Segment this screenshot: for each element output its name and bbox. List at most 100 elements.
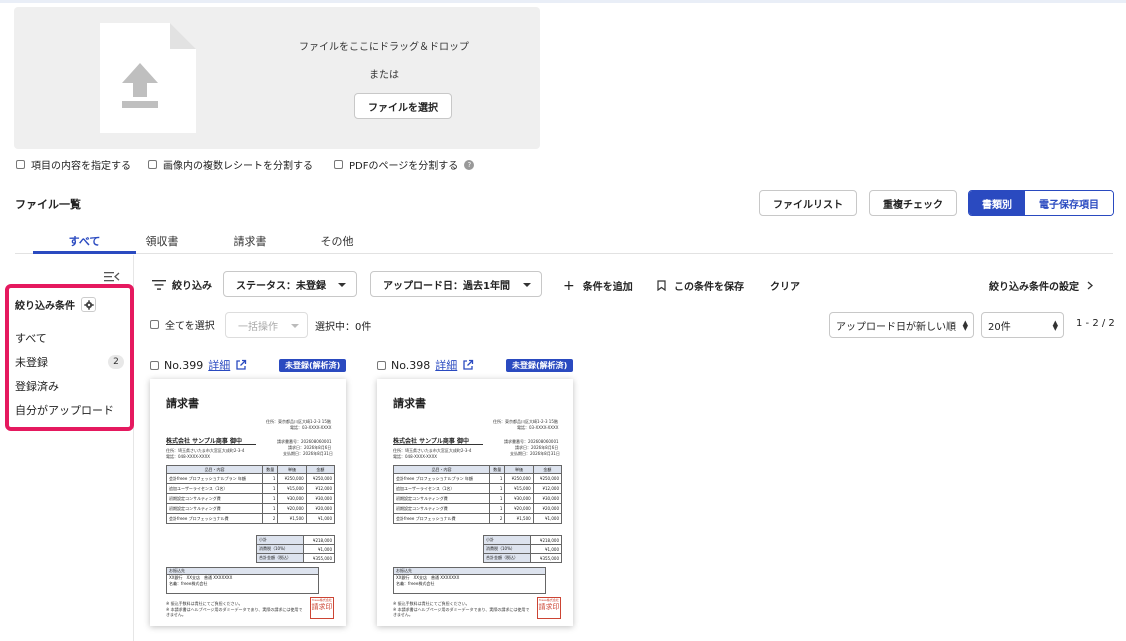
- option-label: 項目の内容を指定する: [31, 161, 131, 172]
- duplicate-check-button[interactable]: 重複チェック: [869, 190, 957, 216]
- invoice-number: 請求書番号：202608060001: [277, 439, 332, 444]
- table-row: 会計freee プロフェッショナル費 2 ¥1,500 ¥1,000: [165, 513, 336, 524]
- chevron-right-icon: [1087, 281, 1093, 290]
- invoice-table: 品目・内容 数量 単価 金額 会計freee プロフェッショナルプラン 年額 1 ¥…: [165, 465, 336, 524]
- file-list-button[interactable]: ファイルリスト: [759, 190, 857, 216]
- table-header: 品目・内容: [165, 465, 264, 474]
- invoice-table: 品目・内容 数量 単価 金額 会計freee プロフェッショナルプラン 年額 1 ¥…: [392, 465, 563, 524]
- bulk-action-dropdown[interactable]: 一括操作: [225, 312, 308, 338]
- table-row: 会計freee プロフェッショナルプラン 年額 1 ¥250,000 ¥250,000: [392, 473, 563, 484]
- filter-settings-link[interactable]: 絞り込み条件の設定: [989, 278, 1093, 293]
- status-badge: 未登録(解析済): [506, 359, 574, 372]
- tab-all[interactable]: すべて: [33, 233, 136, 249]
- sidebar-item-registered[interactable]: 登録済み: [15, 378, 59, 394]
- external-link-icon[interactable]: [235, 359, 247, 371]
- invoice-thumbnail[interactable]: 請求書 住所：東京都品川区大崎1-2-3 15階 電話：03-XXXX-XXXX…: [150, 379, 346, 626]
- collapse-sidebar-icon[interactable]: [104, 271, 120, 283]
- checkbox[interactable]: [150, 320, 159, 329]
- option-label: PDFのページを分割する: [349, 161, 459, 172]
- due-date: 支払期日：2026年8月31日: [283, 451, 333, 456]
- sort-value: アップロード日が新しい順: [836, 321, 956, 333]
- checkbox[interactable]: [148, 160, 157, 169]
- table-row: 追加ユーザーライセンス（1名） 1 ¥15,000 ¥12,000: [165, 483, 336, 494]
- note: ※ 振込手数料は貴社にてご負担ください。: [166, 601, 243, 606]
- chevron-down-icon: [523, 283, 531, 287]
- totals-table: 小計 ¥218,000 消費税（10%） ¥1,000 合計金額（税込） ¥355,0…: [482, 535, 562, 563]
- checkbox[interactable]: [16, 160, 25, 169]
- table-row: 初期設定コンサルティング費 1 ¥30,000 ¥30,000: [392, 493, 563, 504]
- active-tab-indicator: [33, 251, 136, 254]
- gear-icon[interactable]: [81, 297, 96, 312]
- select-file-button[interactable]: ファイルを選択: [354, 93, 452, 119]
- issuer-phone: 電話：03-XXXX-XXXX: [290, 425, 332, 430]
- invoice-title: 請求書: [166, 397, 199, 410]
- table-row: 会計freee プロフェッショナル費 2 ¥1,500 ¥1,000: [392, 513, 563, 524]
- issue-date: 請求日：2026年8月6日: [288, 445, 332, 450]
- due-date: 支払期日：2026年8月31日: [510, 451, 560, 456]
- option-split-pdf[interactable]: PDFのページを分割する ?: [334, 157, 475, 172]
- table-header: 品目・内容: [392, 465, 491, 474]
- company-stamp: freee株式会社 請求印: [537, 597, 561, 619]
- company-stamp: freee株式会社 請求印: [310, 597, 334, 619]
- issuer-address: 住所：東京都品川区大崎1-2-3 15階: [266, 419, 331, 424]
- issuer-phone: 電話：03-XXXX-XXXX: [517, 425, 559, 430]
- upload-date-value: アップロード日：過去1年間: [383, 280, 510, 292]
- table-header: 数量: [262, 465, 279, 474]
- invoice-number: 請求書番号：202608060001: [504, 439, 559, 444]
- chevron-down-icon: [338, 283, 346, 287]
- selected-count: 選択中：0件: [315, 322, 372, 333]
- help-icon[interactable]: ?: [464, 159, 475, 170]
- tab-receipts[interactable]: 領収書: [132, 233, 192, 249]
- checkbox[interactable]: [334, 160, 343, 169]
- table-row: 初期設定コンサルティング費 1 ¥30,000 ¥30,000: [165, 493, 336, 504]
- tab-invoices[interactable]: 請求書: [220, 233, 280, 249]
- filter-panel-title: 絞り込み条件: [15, 301, 75, 312]
- external-link-icon[interactable]: [462, 359, 474, 371]
- sort-select[interactable]: アップロード日が新しい順 ▲ ▼: [829, 312, 974, 338]
- option-label: 画像内の複数レシートを分割する: [163, 161, 313, 172]
- per-page-select[interactable]: 20件 ▲ ▼: [981, 312, 1064, 338]
- checkbox[interactable]: [377, 360, 386, 370]
- table-header: 単価: [504, 465, 534, 474]
- e-storage-button[interactable]: 電子保存項目: [1025, 191, 1113, 215]
- option-split-receipts[interactable]: 画像内の複数レシートを分割する: [148, 157, 313, 172]
- customer-address: 住所：埼玉県さいたま市大宮区大成町2-3-4: [393, 448, 472, 453]
- by-type-button[interactable]: 書類別: [969, 191, 1025, 215]
- sidebar-item-my-uploads[interactable]: 自分がアップロード: [15, 402, 114, 418]
- save-condition-label: この条件を保存: [674, 282, 744, 293]
- select-all[interactable]: 全てを選択: [150, 317, 215, 332]
- add-condition-button[interactable]: + 条件を追加: [563, 278, 633, 294]
- updown-icon: ▲ ▼: [962, 319, 968, 332]
- table-row: 初期設定コンサルティング費 1 ¥20,000 ¥20,000: [392, 503, 563, 514]
- table-header: 数量: [489, 465, 506, 474]
- top-progress-line: [0, 0, 1126, 3]
- detail-link[interactable]: 詳細: [435, 357, 457, 373]
- bookmark-icon: [657, 280, 666, 291]
- customer-phone: 電話：048-XXXX-XXXX: [393, 454, 438, 459]
- sidebar-item-all[interactable]: すべて: [15, 330, 47, 346]
- note: ※ 振込手数料は貴社にてご負担ください。: [393, 601, 470, 606]
- invoice-thumbnail[interactable]: 請求書 住所：東京都品川区大崎1-2-3 15階 電話：03-XXXX-XXXX…: [377, 379, 573, 626]
- checkbox[interactable]: [150, 360, 159, 370]
- save-condition-button[interactable]: この条件を保存: [657, 278, 744, 293]
- pagination-info: 1 - 2 / 2: [1076, 318, 1115, 329]
- filter-icon: [152, 279, 166, 290]
- bank-info: お振込先 XX銀行 XX支店 普通 XXXXXXX 名義：freee株式会社: [393, 567, 546, 594]
- divider: [393, 444, 483, 445]
- card-header: No.398 詳細: [377, 357, 474, 373]
- filter-label[interactable]: 絞り込み: [152, 277, 212, 292]
- invoice-title: 請求書: [393, 397, 426, 410]
- or-text: または: [369, 70, 399, 81]
- clear-button[interactable]: クリア: [770, 278, 800, 293]
- option-specify-items[interactable]: 項目の内容を指定する: [16, 157, 131, 172]
- status-dropdown[interactable]: ステータス：未登録: [223, 271, 357, 297]
- detail-link[interactable]: 詳細: [208, 357, 230, 373]
- totals-table: 小計 ¥218,000 消費税（10%） ¥1,000 合計金額（税込） ¥355,0…: [255, 535, 335, 563]
- file-list-title: ファイル一覧: [15, 198, 81, 211]
- upload-date-dropdown[interactable]: アップロード日：過去1年間: [370, 271, 542, 297]
- table-header: 金額: [305, 465, 336, 474]
- tab-other[interactable]: その他: [307, 233, 367, 249]
- category-tabs: すべて 領収書 請求書 その他: [15, 228, 1113, 254]
- upload-dropzone[interactable]: ファイルをここにドラッグ＆ドロップ または ファイルを選択: [14, 7, 540, 149]
- add-condition-label: 条件を追加: [582, 282, 633, 293]
